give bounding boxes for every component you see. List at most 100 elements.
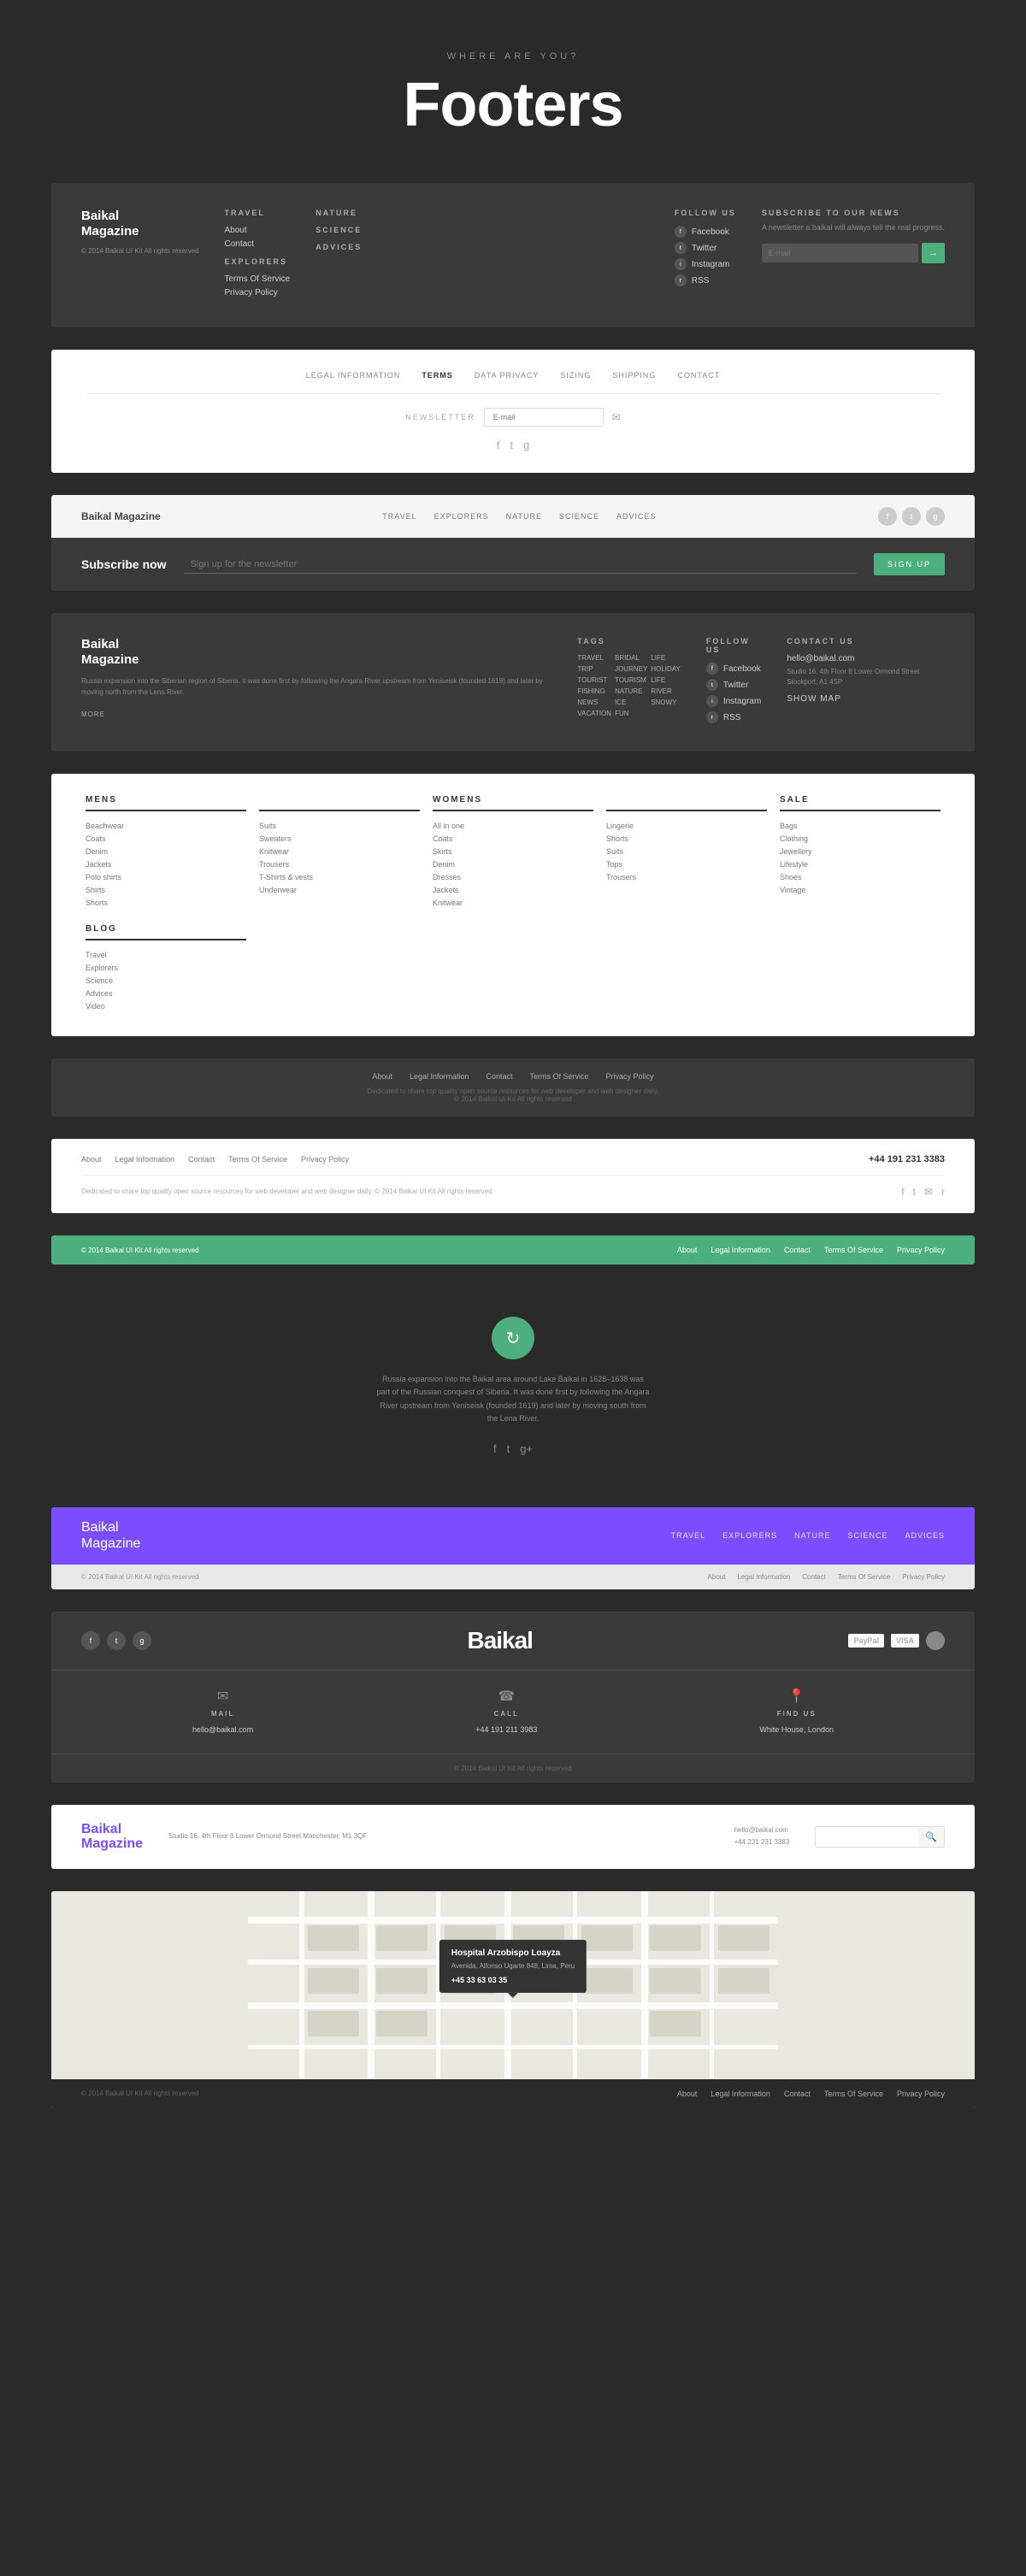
footer7-terms[interactable]: Terms Of Service [530, 1072, 589, 1081]
footer10-facebook[interactable]: f [493, 1442, 497, 1455]
footer6-womens-knitwear[interactable]: Knitwear [433, 899, 593, 907]
footer2-legal[interactable]: LEGAL INFORMATION [306, 371, 401, 380]
footer2-shipping[interactable]: SHIPPING [612, 371, 656, 380]
footer6-shoes[interactable]: Shoes [780, 873, 940, 881]
tag-tourism[interactable]: TOURISM [615, 676, 647, 684]
footer6-shorts[interactable]: Shorts [86, 899, 246, 907]
footer12-twitter-icon[interactable]: t [107, 1631, 126, 1650]
footer10-gplus[interactable]: g+ [520, 1442, 533, 1455]
footer6-sweaters[interactable]: Sweaters [259, 834, 420, 843]
footer8-twitter[interactable]: t [913, 1186, 916, 1198]
footer6-trousers[interactable]: Trousers [259, 860, 420, 869]
footer2-facebook[interactable]: f [497, 439, 500, 451]
tag-life2[interactable]: LIFE [651, 676, 681, 684]
footer12-facebook-icon[interactable]: f [81, 1631, 100, 1650]
footer10-twitter[interactable]: t [507, 1442, 510, 1455]
footer6-advices[interactable]: Advices [86, 989, 246, 998]
footer9-privacy[interactable]: Privacy Policy [897, 1246, 945, 1254]
tag-journey[interactable]: JOURNEY [615, 665, 647, 673]
footer2-data-privacy[interactable]: DATA PRIVACY [475, 371, 540, 380]
footer1-link-about[interactable]: About [225, 226, 291, 235]
footer9-about[interactable]: About [677, 1246, 698, 1254]
footer4-email-input[interactable] [184, 556, 857, 574]
footer1-facebook[interactable]: f Facebook [675, 226, 736, 238]
footer3-travel[interactable]: TRAVEL [382, 512, 416, 521]
tag-fun[interactable]: FUN [615, 710, 647, 717]
footer9-terms[interactable]: Terms Of Service [824, 1246, 883, 1254]
footer6-all-in-one[interactable]: All in one [433, 822, 593, 830]
footer11-about[interactable]: About [708, 1573, 726, 1581]
footer8-email-link[interactable]: ✉ [924, 1186, 933, 1198]
footer6-shirts[interactable]: Shirts [86, 886, 246, 894]
footer6-dresses[interactable]: Dresses [433, 873, 593, 881]
footer6-womens-denim[interactable]: Denim [433, 860, 593, 869]
footer2-contact[interactable]: CONTACT [677, 371, 720, 380]
footer5-twitter[interactable]: t Twitter [706, 679, 761, 691]
footer6-beachwear[interactable]: Beachwear [86, 822, 246, 830]
tag-trip[interactable]: TRIP [577, 665, 611, 673]
footer11-terms[interactable]: Terms Of Service [838, 1573, 890, 1581]
tag-river[interactable]: RIVER [651, 687, 681, 695]
tag-snowy[interactable]: SNOWY [651, 699, 681, 706]
footer14-terms[interactable]: Terms Of Service [824, 2090, 883, 2098]
footer6-polo[interactable]: Polo shirts [86, 873, 246, 881]
footer1-rss[interactable]: r RSS [675, 274, 736, 286]
footer9-legal[interactable]: Legal Information [711, 1246, 770, 1254]
tag-tourist[interactable]: TOURIST [577, 676, 611, 684]
tag-holiday[interactable]: HOLIDAY [651, 665, 681, 673]
footer8-about[interactable]: About [81, 1155, 102, 1164]
footer14-contact[interactable]: Contact [784, 2090, 811, 2098]
footer6-vintage[interactable]: Vintage [780, 886, 940, 894]
footer1-link-terms[interactable]: Terms Of Service [225, 274, 291, 284]
footer2-email-input[interactable] [484, 408, 604, 427]
footer3-gplus-icon[interactable]: g [926, 507, 945, 526]
tag-vacation[interactable]: VACATION [577, 710, 611, 717]
footer6-travel[interactable]: Travel [86, 951, 246, 959]
footer9-contact[interactable]: Contact [784, 1246, 811, 1254]
footer3-twitter-icon[interactable]: t [902, 507, 921, 526]
footer14-privacy[interactable]: Privacy Policy [897, 2090, 945, 2098]
footer6-lingerie[interactable]: Lingerie [606, 822, 767, 830]
footer6-jackets[interactable]: Jackets [86, 860, 246, 869]
footer11-explorers[interactable]: EXPLORERS [722, 1531, 777, 1540]
footer5-instagram[interactable]: i Instagram [706, 695, 761, 707]
footer6-knitwear[interactable]: Knitwear [259, 847, 420, 856]
footer3-facebook-icon[interactable]: f [878, 507, 897, 526]
footer6-womens-shorts[interactable]: Shorts [606, 834, 767, 843]
footer6-skirts[interactable]: Skirts [433, 847, 593, 856]
footer6-underwear[interactable]: Underwear [259, 886, 420, 894]
footer11-advices[interactable]: ADVICES [905, 1531, 945, 1540]
footer6-womens-suits[interactable]: Suits [606, 847, 767, 856]
footer12-phone-link[interactable]: +44 191 211 3983 [475, 1725, 537, 1734]
footer6-coats[interactable]: Coats [86, 834, 246, 843]
footer8-privacy[interactable]: Privacy Policy [301, 1155, 349, 1164]
footer3-nature[interactable]: NATURE [506, 512, 542, 521]
tag-life[interactable]: LIFE [651, 654, 681, 662]
footer6-womens-trousers[interactable]: Trousers [606, 873, 767, 881]
footer8-facebook[interactable]: f [901, 1186, 904, 1198]
footer6-womens-coats[interactable]: Coats [433, 834, 593, 843]
footer11-science[interactable]: SCIENCE [847, 1531, 887, 1540]
footer8-rss[interactable]: r [941, 1186, 945, 1198]
footer1-twitter[interactable]: t Twitter [675, 242, 736, 254]
footer5-email[interactable]: hello@baikal.com [787, 654, 945, 663]
footer6-denim[interactable]: Denim [86, 847, 246, 856]
footer5-rss[interactable]: r RSS [706, 711, 761, 723]
tag-nature[interactable]: NATURE [615, 687, 647, 695]
footer7-contact[interactable]: Contact [486, 1072, 513, 1081]
footer6-video[interactable]: Video [86, 1002, 246, 1011]
footer6-explorers[interactable]: Explorers [86, 964, 246, 972]
footer12-gplus-icon[interactable]: g [133, 1631, 151, 1650]
footer13-search-btn[interactable]: 🔍 [918, 1827, 944, 1847]
footer13-search-input[interactable] [816, 1828, 918, 1845]
footer2-twitter[interactable]: t [510, 439, 513, 451]
footer6-science[interactable]: Science [86, 976, 246, 985]
footer14-about[interactable]: About [677, 2090, 698, 2098]
footer6-suits[interactable]: Suits [259, 822, 420, 830]
tag-travel[interactable]: TRAVEL [577, 654, 611, 662]
tag-news[interactable]: NEWS [577, 699, 611, 706]
footer6-bags[interactable]: Bags [780, 822, 940, 830]
footer6-tshirts[interactable]: T-Shirts & vests [259, 873, 420, 881]
footer5-facebook[interactable]: f Facebook [706, 663, 761, 675]
footer5-more-link[interactable]: MORE [81, 710, 105, 718]
